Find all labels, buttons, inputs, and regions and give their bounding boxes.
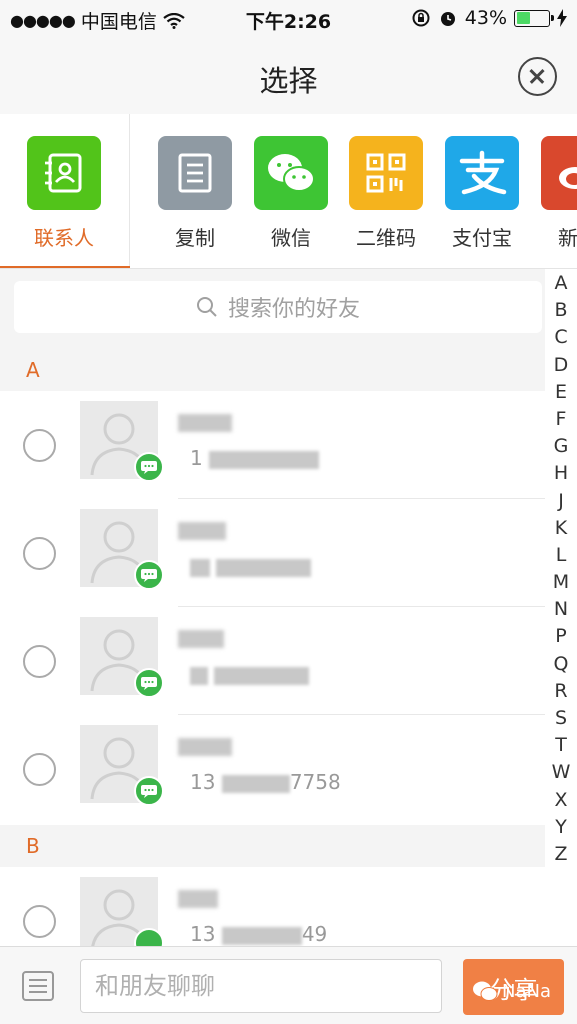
share-target-contacts[interactable]: 联系人 <box>27 136 101 251</box>
search-icon <box>196 297 217 317</box>
index-letter[interactable]: P <box>549 623 573 650</box>
index-letter[interactable]: C <box>549 324 573 351</box>
weibo-icon <box>541 136 577 210</box>
index-letter[interactable]: L <box>549 542 573 569</box>
share-target-label: 支付宝 <box>452 226 512 250</box>
battery-percent: 43% <box>464 7 507 29</box>
message-input[interactable]: 和朋友聊聊 <box>80 959 442 1013</box>
rotation-lock-icon <box>412 9 430 27</box>
index-letter[interactable]: W <box>549 759 573 786</box>
search-input[interactable]: 搜索你的好友 <box>14 281 542 333</box>
chat-badge-icon <box>134 668 164 698</box>
contact-row[interactable] <box>0 607 545 715</box>
chat-badge-icon <box>134 452 164 482</box>
index-letter[interactable]: D <box>549 352 573 379</box>
share-target-label: 复制 <box>175 226 215 250</box>
select-radio[interactable] <box>23 537 56 570</box>
contact-name-redacted <box>178 625 224 649</box>
wechat-icon <box>254 136 328 210</box>
keyboard-icon[interactable] <box>22 971 54 1001</box>
section-header: B <box>0 825 545 867</box>
close-icon[interactable] <box>518 57 557 96</box>
select-radio[interactable] <box>23 753 56 786</box>
alarm-icon <box>440 12 455 26</box>
share-target-label: 微信 <box>271 226 311 250</box>
share-target-label: 联系人 <box>34 226 94 250</box>
contact-phone: 13 7758 <box>190 770 341 794</box>
index-letter[interactable]: A <box>549 270 573 297</box>
chat-badge-icon <box>134 928 164 946</box>
index-letter[interactable]: M <box>549 569 573 596</box>
share-target-qrcode[interactable]: 二维码 <box>349 136 423 251</box>
index-letter[interactable]: J <box>549 488 573 515</box>
index-letter[interactable]: Z <box>549 841 573 868</box>
contact-row[interactable]: 1 <box>0 391 545 499</box>
charging-icon <box>557 9 567 27</box>
alphabet-index[interactable]: ABCDEFGHJKLMNPQRSTWXYZ <box>549 270 573 868</box>
section-header: A <box>0 349 545 391</box>
battery-icon <box>514 9 554 27</box>
share-target-label: 新浪 <box>558 226 577 250</box>
share-target-label: 二维码 <box>356 226 416 250</box>
select-radio[interactable] <box>23 429 56 462</box>
contact-phone: 13 49 <box>190 922 328 946</box>
index-letter[interactable]: B <box>549 297 573 324</box>
contact-name-redacted <box>178 409 232 433</box>
page-title: 选择 <box>259 64 318 98</box>
chat-badge-icon <box>134 560 164 590</box>
index-letter[interactable]: G <box>549 433 573 460</box>
share-target-bar: 联系人 复制 微信 二维码 支付宝 新浪 <box>0 114 577 269</box>
index-letter[interactable]: E <box>549 379 573 406</box>
watermark-text: NaNa <box>502 980 551 1002</box>
qrcode-icon <box>349 136 423 210</box>
contact-row[interactable]: 13 49 <box>0 867 545 946</box>
select-radio[interactable] <box>23 645 56 678</box>
chat-badge-icon <box>134 776 164 806</box>
index-letter[interactable]: X <box>549 787 573 814</box>
index-letter[interactable]: H <box>549 460 573 487</box>
contact-row[interactable] <box>0 499 545 607</box>
contacts-icon <box>27 136 101 210</box>
share-target-weibo[interactable]: 新浪 <box>541 136 577 251</box>
index-letter[interactable]: K <box>549 515 573 542</box>
index-letter[interactable]: Q <box>549 651 573 678</box>
watermark: NaNa <box>472 980 551 1002</box>
search-area: 搜索你的好友 <box>0 269 545 349</box>
share-target-copy[interactable]: 复制 <box>158 136 232 251</box>
contact-name-redacted <box>178 885 218 909</box>
contact-phone: 1 <box>190 446 320 470</box>
share-target-wechat[interactable]: 微信 <box>254 136 328 251</box>
contact-row[interactable]: 13 7758 <box>0 715 545 823</box>
contact-name-redacted <box>178 517 226 541</box>
index-letter[interactable]: Y <box>549 814 573 841</box>
select-radio[interactable] <box>23 905 56 938</box>
index-letter[interactable]: S <box>549 705 573 732</box>
copy-icon <box>158 136 232 210</box>
index-letter[interactable]: T <box>549 732 573 759</box>
status-bar: ●●●●● 中国电信 下午2:26 43% <box>0 0 577 38</box>
navigation-bar: 选择 <box>0 38 577 114</box>
share-target-alipay[interactable]: 支付宝 <box>445 136 519 251</box>
index-letter[interactable]: F <box>549 406 573 433</box>
contact-phone <box>190 662 310 686</box>
search-placeholder: 搜索你的好友 <box>227 297 360 322</box>
contact-name-redacted <box>178 733 232 757</box>
wechat-watermark-icon <box>473 981 498 1001</box>
index-letter[interactable]: N <box>549 596 573 623</box>
index-letter[interactable]: R <box>549 678 573 705</box>
alipay-icon <box>445 136 519 210</box>
contact-phone <box>190 554 312 578</box>
